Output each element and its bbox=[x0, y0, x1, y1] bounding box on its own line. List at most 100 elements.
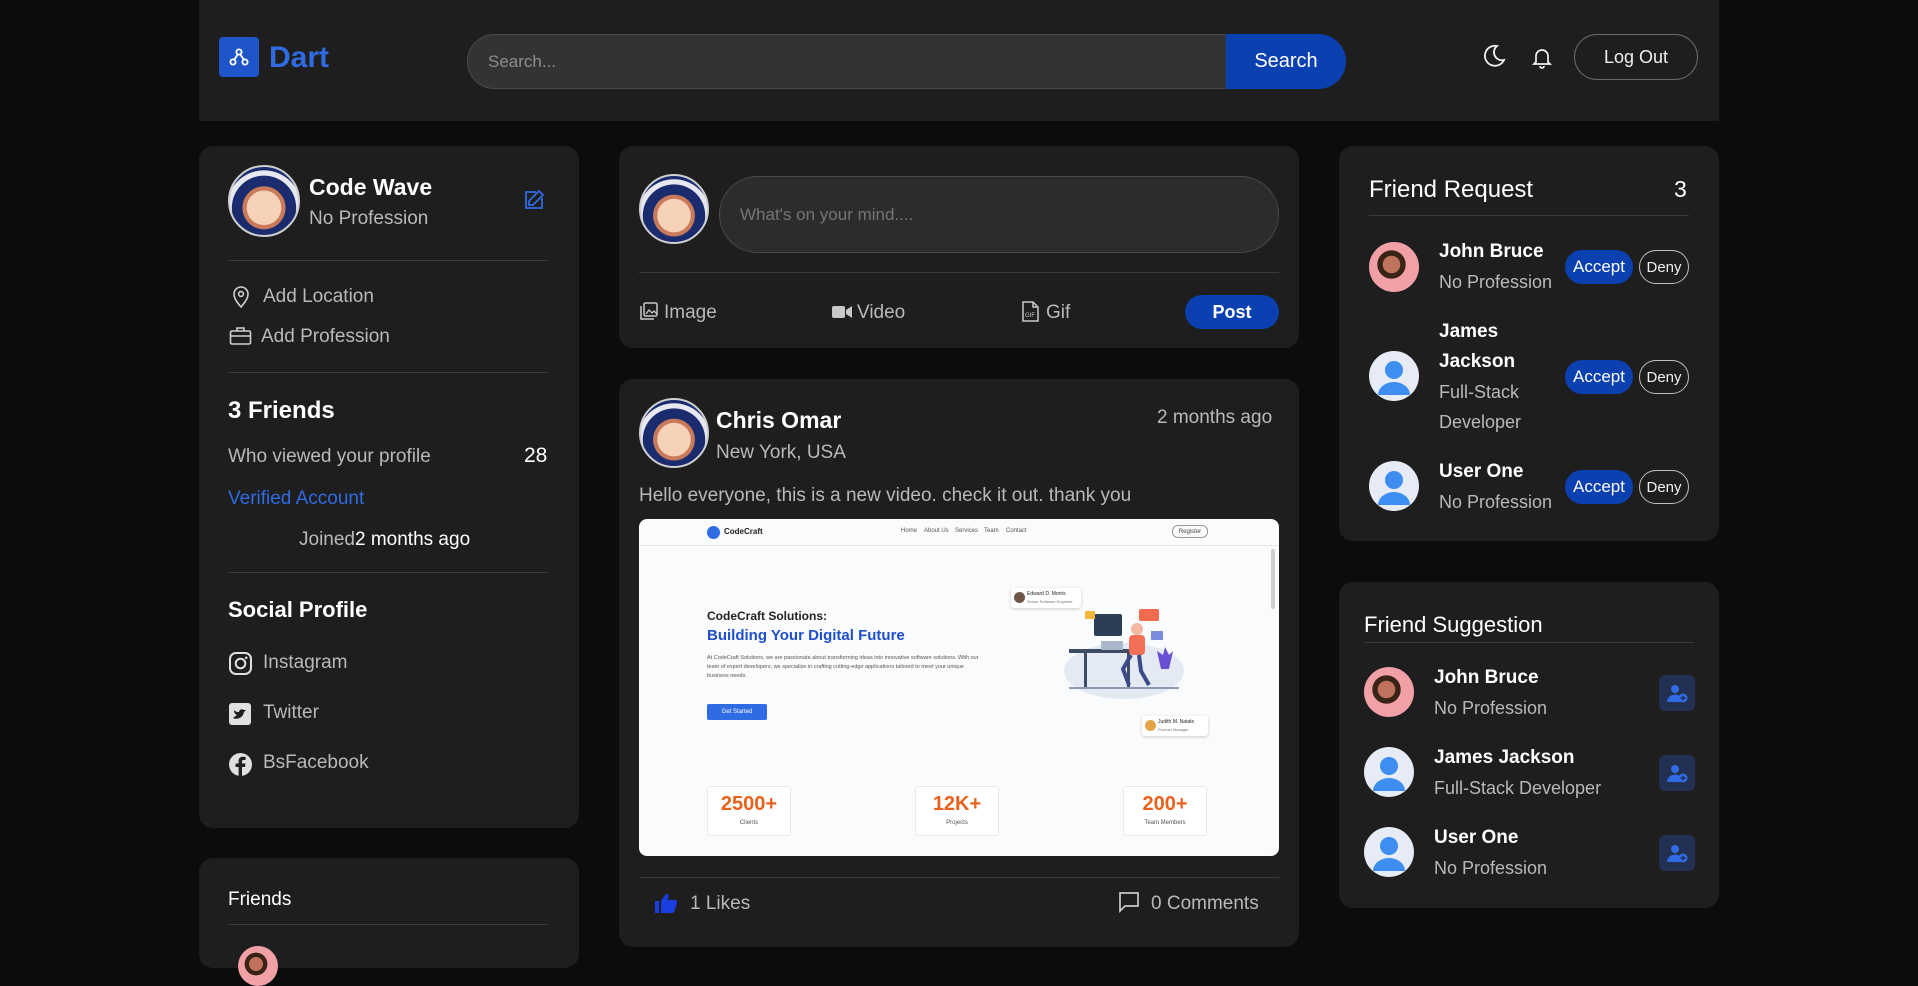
preview-profile-chip-2: Judith M. Natale Product Manager bbox=[1142, 716, 1208, 736]
suggestion-profession-3: No Profession bbox=[1434, 858, 1548, 878]
preview-nav-home: Home bbox=[901, 528, 918, 534]
profile-card bbox=[199, 146, 579, 828]
twitter-icon[interactable] bbox=[228, 702, 252, 726]
instagram-icon[interactable] bbox=[228, 651, 253, 676]
post-author-location: New York, USA bbox=[716, 442, 846, 463]
suggestion-profession-2: Full-Stack Developer bbox=[1434, 778, 1602, 798]
search-input[interactable] bbox=[467, 34, 1227, 89]
composer-avatar bbox=[639, 174, 709, 244]
friends-count-heading: 3 Friends bbox=[228, 397, 335, 424]
add-friend-icon[interactable] bbox=[1659, 675, 1695, 711]
accept-button[interactable]: Accept bbox=[1565, 360, 1633, 394]
suggestion-avatar-2[interactable] bbox=[1364, 747, 1414, 797]
preview-logo-icon bbox=[707, 526, 720, 539]
preview-cta-button: Get Started bbox=[707, 704, 767, 720]
social-link-twitter[interactable]: Twitter bbox=[263, 702, 319, 724]
search-button[interactable]: Search bbox=[1226, 34, 1346, 89]
deny-button[interactable]: Deny bbox=[1639, 470, 1689, 504]
suggestion-name-1[interactable]: John Bruce bbox=[1434, 667, 1539, 689]
composer-image-button[interactable]: Image bbox=[664, 302, 717, 324]
post-author-name[interactable]: Chris Omar bbox=[716, 407, 841, 434]
moon-icon[interactable] bbox=[1481, 43, 1507, 69]
logout-button[interactable]: Log Out bbox=[1574, 34, 1698, 80]
verified-account-link[interactable]: Verified Account bbox=[228, 488, 364, 510]
post-button[interactable]: Post bbox=[1185, 295, 1279, 329]
preview-headline: Building Your Digital Future bbox=[707, 627, 905, 644]
preview-register-button: Register bbox=[1172, 525, 1208, 538]
friend-request-count: 3 bbox=[1674, 176, 1687, 202]
like-thumb-icon[interactable] bbox=[654, 892, 678, 914]
preview-subtitle: CodeCraft Solutions: bbox=[707, 609, 827, 623]
add-profession-link[interactable]: Add Profession bbox=[261, 326, 390, 348]
accept-button[interactable]: Accept bbox=[1565, 470, 1633, 504]
post-author-avatar[interactable] bbox=[639, 398, 709, 468]
add-friend-icon[interactable] bbox=[1659, 835, 1695, 871]
suggestion-name-2[interactable]: James Jackson bbox=[1434, 747, 1575, 769]
request-profession-3: No Profession bbox=[1439, 492, 1553, 512]
facebook-icon[interactable] bbox=[228, 752, 253, 777]
joined-value: 2 months ago bbox=[355, 529, 471, 550]
preview-nav-contact: Contact bbox=[1006, 528, 1027, 534]
request-avatar-3[interactable] bbox=[1369, 461, 1419, 511]
preview-stat-team: 200+ Team Members bbox=[1123, 786, 1207, 836]
post-text: Hello everyone, this is a new video. che… bbox=[639, 485, 1132, 506]
bell-icon[interactable] bbox=[1530, 45, 1554, 69]
briefcase-icon bbox=[229, 326, 252, 346]
deny-button[interactable]: Deny bbox=[1639, 360, 1689, 394]
logo-icon[interactable] bbox=[219, 37, 259, 77]
app-logo-text[interactable]: Dart bbox=[269, 41, 329, 75]
request-avatar-1[interactable] bbox=[1369, 242, 1419, 292]
video-camera-icon[interactable] bbox=[832, 305, 852, 319]
profile-avatar[interactable] bbox=[228, 165, 300, 237]
joined-label: Joined bbox=[299, 529, 355, 550]
preview-nav-team: Team bbox=[984, 528, 999, 534]
friend-request-title: Friend Request bbox=[1369, 176, 1534, 203]
request-name-2a[interactable]: James bbox=[1439, 321, 1498, 343]
profile-views-count: 28 bbox=[524, 444, 548, 467]
request-profession-1: No Profession bbox=[1439, 272, 1553, 292]
edit-profile-icon[interactable] bbox=[523, 189, 545, 211]
post-likes-count[interactable]: 1 Likes bbox=[690, 893, 750, 915]
suggestion-avatar-1[interactable] bbox=[1364, 667, 1414, 717]
preview-brand: CodeCraft bbox=[724, 527, 763, 536]
comment-icon[interactable] bbox=[1118, 891, 1140, 914]
preview-profile-chip-1: Edward D. Morris Senior Software Enginee… bbox=[1011, 588, 1081, 608]
social-link-instagram[interactable]: Instagram bbox=[263, 652, 347, 674]
post-media-preview[interactable]: CodeCraft Home About Us Services Team Co… bbox=[639, 519, 1279, 856]
joined-info: Joined2 months ago bbox=[299, 529, 470, 551]
request-avatar-2[interactable] bbox=[1369, 351, 1419, 401]
image-icon[interactable] bbox=[640, 302, 658, 320]
profile-views-label: Who viewed your profile bbox=[228, 446, 431, 467]
friends-card-title: Friends bbox=[228, 889, 292, 910]
social-profile-heading: Social Profile bbox=[228, 597, 368, 622]
composer-video-button[interactable]: Video bbox=[857, 302, 905, 324]
request-name-2b[interactable]: Jackson bbox=[1439, 351, 1515, 373]
request-profession-2a: Full-Stack bbox=[1439, 382, 1520, 402]
request-name-3[interactable]: User One bbox=[1439, 461, 1523, 483]
composer-gif-button[interactable]: Gif bbox=[1046, 302, 1070, 324]
profile-profession: No Profession bbox=[309, 208, 429, 229]
request-profession-2b: Developer bbox=[1439, 412, 1522, 432]
add-location-link[interactable]: Add Location bbox=[263, 286, 374, 308]
social-link-facebook[interactable]: BsFacebook bbox=[263, 752, 369, 774]
profile-name: Code Wave bbox=[309, 174, 433, 200]
preview-scrollbar bbox=[1271, 549, 1275, 609]
deny-button[interactable]: Deny bbox=[1639, 250, 1689, 284]
preview-stat-projects: 12K+ Projects bbox=[915, 786, 999, 836]
request-name-1[interactable]: John Bruce bbox=[1439, 241, 1544, 263]
accept-button[interactable]: Accept bbox=[1565, 250, 1633, 284]
add-friend-icon[interactable] bbox=[1659, 755, 1695, 791]
composer-input[interactable] bbox=[719, 176, 1279, 253]
location-pin-icon bbox=[231, 286, 251, 309]
suggestion-name-3[interactable]: User One bbox=[1434, 827, 1518, 849]
suggestion-avatar-3[interactable] bbox=[1364, 827, 1414, 877]
preview-nav-about: About Us bbox=[924, 528, 949, 534]
gif-file-icon[interactable]: GIF bbox=[1022, 301, 1039, 322]
preview-nav-services: Services bbox=[955, 528, 979, 534]
friend-avatar[interactable] bbox=[238, 946, 278, 986]
post-comments-count[interactable]: 0 Comments bbox=[1151, 893, 1259, 915]
suggestion-profession-1: No Profession bbox=[1434, 698, 1548, 718]
preview-stat-clients: 2500+ Clients bbox=[707, 786, 791, 836]
preview-body: At CodeCraft Solutions, we are passionat… bbox=[707, 655, 979, 679]
svg-text:GIF: GIF bbox=[1025, 313, 1035, 319]
